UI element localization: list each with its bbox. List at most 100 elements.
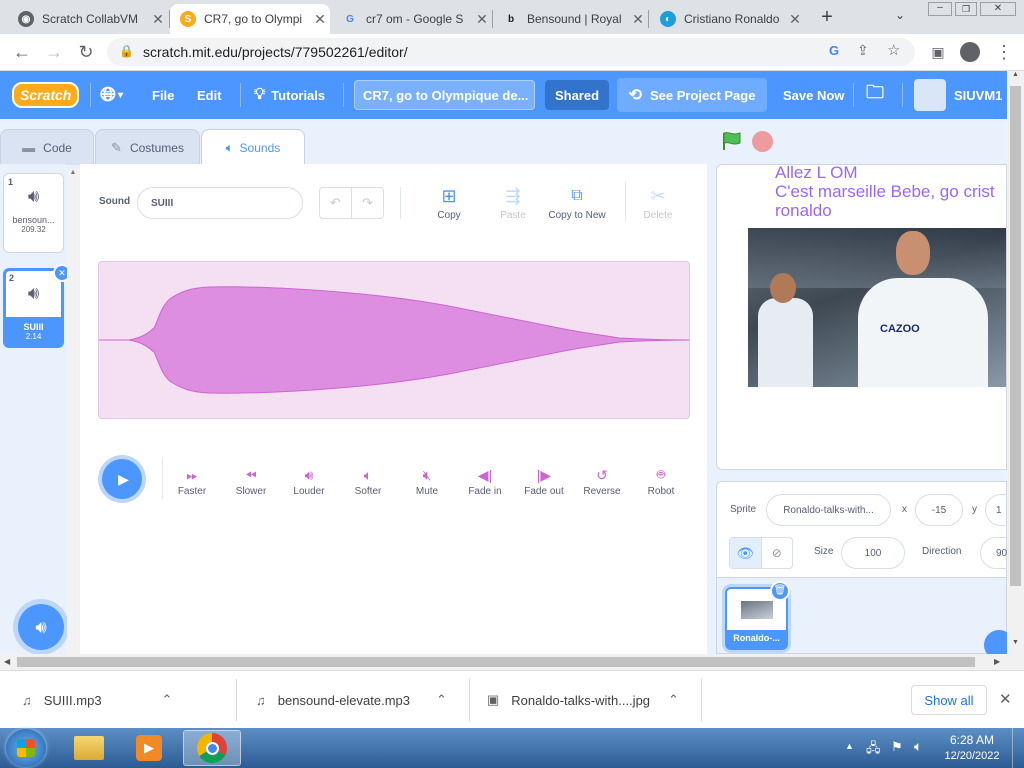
choose-sound-button[interactable]: 🔊︎ xyxy=(18,604,64,650)
scroll-up-icon[interactable]: ▲ xyxy=(1007,71,1024,78)
tray-expand-icon[interactable]: ▲ xyxy=(845,741,854,751)
action-center-icon[interactable]: ⚑ xyxy=(891,739,903,755)
paste-button[interactable]: ⇶ Paste xyxy=(481,182,545,222)
redo-icon[interactable]: ↷ xyxy=(352,188,383,218)
close-downloads-icon[interactable]: ✕ xyxy=(999,690,1012,708)
effect-softer-button[interactable]: 🔈︎ Softer xyxy=(339,464,397,498)
account-menu[interactable]: SIUVM1 xyxy=(914,71,1002,119)
profile-avatar-icon[interactable] xyxy=(960,42,980,62)
scroll-left-icon[interactable]: ◀ xyxy=(4,657,10,666)
effect-louder-button[interactable]: 🔊︎ Louder xyxy=(280,464,338,498)
browser-tab-4[interactable]: b Bensound | Royal ✕ xyxy=(493,4,648,34)
chrome-menu-icon[interactable]: ⋮ xyxy=(992,40,1016,64)
show-eye-icon[interactable]: 👁︎ xyxy=(730,538,762,568)
sprite-name-input[interactable]: Ronaldo-talks-with... xyxy=(766,494,891,526)
effect-faster-button[interactable]: ⏩︎ Faster xyxy=(163,464,221,498)
file-menu[interactable]: File xyxy=(152,71,174,119)
minimize-button[interactable]: – xyxy=(928,2,952,16)
stage-canvas[interactable]: Allez L OM C'est marseille Bebe, go cris… xyxy=(716,164,1007,470)
waveform-canvas[interactable] xyxy=(98,261,690,419)
tab-code[interactable]: ▬ Code xyxy=(0,129,94,165)
start-button[interactable] xyxy=(6,729,46,767)
scroll-down-icon[interactable]: ▼ xyxy=(1007,639,1024,646)
page-vertical-scrollbar[interactable]: ▲ ▼ xyxy=(1007,71,1024,654)
window-close-button[interactable]: ✕ xyxy=(980,2,1016,16)
x-input[interactable]: -15 xyxy=(915,494,963,526)
download-item-1[interactable]: ♫ SUIII.mp3 ⌃ xyxy=(22,671,172,729)
scroll-up-icon[interactable]: ▲ xyxy=(67,169,79,176)
hscroll-thumb[interactable] xyxy=(17,657,975,667)
network-icon[interactable]: 🖧︎ xyxy=(866,739,881,761)
volume-icon[interactable]: 🔈︎ xyxy=(914,738,922,755)
close-tab-icon[interactable]: ✕ xyxy=(785,11,805,28)
back-icon[interactable]: ← xyxy=(10,40,34,64)
show-desktop-button[interactable] xyxy=(1012,728,1024,768)
url-field[interactable]: 🔒 scratch.mit.edu/projects/779502261/edi… xyxy=(107,38,915,66)
close-tab-icon[interactable]: ✕ xyxy=(310,11,330,28)
forward-icon[interactable]: → xyxy=(42,40,66,64)
copy-button[interactable]: ⊞ Copy xyxy=(417,182,481,222)
sound-list-scrollbar[interactable]: ▲ xyxy=(67,169,79,654)
chevron-up-icon[interactable]: ⌃ xyxy=(668,692,679,708)
restore-button[interactable]: ❐ xyxy=(955,2,977,16)
side-panel-icon[interactable]: ▣ xyxy=(926,40,950,64)
google-lens-icon[interactable]: G xyxy=(829,43,839,58)
faster-icon: ⏩︎ xyxy=(186,466,198,483)
size-input[interactable]: 100 xyxy=(841,537,905,569)
my-stuff-folder-icon[interactable]: 🗀 xyxy=(866,71,884,119)
bookmark-star-icon[interactable]: ☆ xyxy=(887,41,900,59)
media-player-taskbar-button[interactable]: ▶ xyxy=(120,730,178,766)
browser-tab-2[interactable]: S CR7, go to Olympi ✕ xyxy=(170,4,330,34)
close-tab-icon[interactable]: ✕ xyxy=(628,11,648,28)
explorer-taskbar-button[interactable] xyxy=(60,730,118,766)
chevron-up-icon[interactable]: ⌃ xyxy=(162,692,173,708)
tab-sounds[interactable]: 🔈︎ Sounds xyxy=(201,129,305,166)
effect-mute-button[interactable]: 🔇︎ Mute xyxy=(398,464,456,498)
delete-button[interactable]: ✂ Delete xyxy=(626,182,690,222)
scroll-thumb[interactable] xyxy=(1010,86,1021,586)
browser-tab-3[interactable]: G cr7 om - Google S ✕ xyxy=(332,4,492,34)
effect-robot-button[interactable]: 🤖︎ Robot xyxy=(632,464,690,497)
download-item-2[interactable]: ♫ bensound-elevate.mp3 ⌃ xyxy=(256,671,447,729)
language-globe-icon[interactable]: 🌐︎ ▾ xyxy=(100,71,123,119)
see-project-page-button[interactable]: ⟲ See Project Page xyxy=(617,78,767,112)
download-item-3[interactable]: ▣ Ronaldo-talks-with....jpg ⌃ xyxy=(487,671,679,729)
sound-tile-1[interactable]: 1 🔊︎ bensoun... 209.32 xyxy=(3,173,64,253)
close-tab-icon[interactable]: ✕ xyxy=(472,11,492,28)
save-now-button[interactable]: Save Now xyxy=(783,71,844,119)
shared-button[interactable]: Shared xyxy=(545,80,609,110)
sprite-thumbnail[interactable]: Ronaldo-... 🗑︎ xyxy=(725,581,790,650)
tutorials-button[interactable]: 💡︎ Tutorials xyxy=(254,71,325,119)
reload-icon[interactable]: ↻ xyxy=(74,40,98,64)
trash-icon[interactable]: 🗑︎ xyxy=(770,581,790,601)
scroll-right-icon[interactable]: ▶ xyxy=(994,657,1000,666)
chrome-taskbar-button[interactable] xyxy=(183,730,241,766)
share-icon[interactable]: ⇪ xyxy=(857,42,869,59)
sound-tile-2[interactable]: 2 🔊︎ SUIII 2.14 ✕ xyxy=(3,264,71,348)
sound-name-input[interactable]: SUIII xyxy=(137,187,303,219)
close-tab-icon[interactable]: ✕ xyxy=(148,11,168,28)
tab-costumes[interactable]: ✎ Costumes xyxy=(95,129,200,165)
effect-slower-button[interactable]: ⏪︎ Slower xyxy=(222,464,280,498)
edit-menu[interactable]: Edit xyxy=(197,71,222,119)
copy-to-new-button[interactable]: ⧉ Copy to New xyxy=(545,182,609,221)
new-tab-button[interactable]: + xyxy=(815,6,839,30)
effect-reverse-button[interactable]: ↺ Reverse xyxy=(573,464,631,498)
page-horizontal-scrollbar[interactable]: ◀ ▶ xyxy=(0,654,1024,670)
effect-fade-out-button[interactable]: |▶ Fade out xyxy=(515,464,573,498)
undo-icon[interactable]: ↶ xyxy=(320,188,352,218)
effect-fade-in-button[interactable]: ◀| Fade in xyxy=(456,464,514,498)
play-sound-button[interactable]: ▶ xyxy=(102,459,142,499)
browser-tab-5[interactable]: ◐ Cristiano Ronaldo ✕ xyxy=(650,4,805,34)
project-title-input[interactable]: CR7, go to Olympique de... xyxy=(354,80,535,110)
browser-tab-1[interactable]: ◉ Scratch CollabVM ✕ xyxy=(8,4,168,34)
scratch-logo[interactable]: Scratch xyxy=(12,71,80,119)
hide-eye-icon[interactable]: ⊘ xyxy=(762,538,793,568)
clock[interactable]: 6:28 AM 12/20/2022 xyxy=(944,732,1000,764)
chevron-up-icon[interactable]: ⌃ xyxy=(436,692,447,708)
tab-search-icon[interactable]: ⌄ xyxy=(895,8,905,22)
show-all-button[interactable]: Show all xyxy=(911,685,987,715)
louder-icon: 🔊︎ xyxy=(304,466,314,483)
green-flag-icon[interactable] xyxy=(720,130,742,152)
stop-sign-icon[interactable] xyxy=(752,131,773,152)
